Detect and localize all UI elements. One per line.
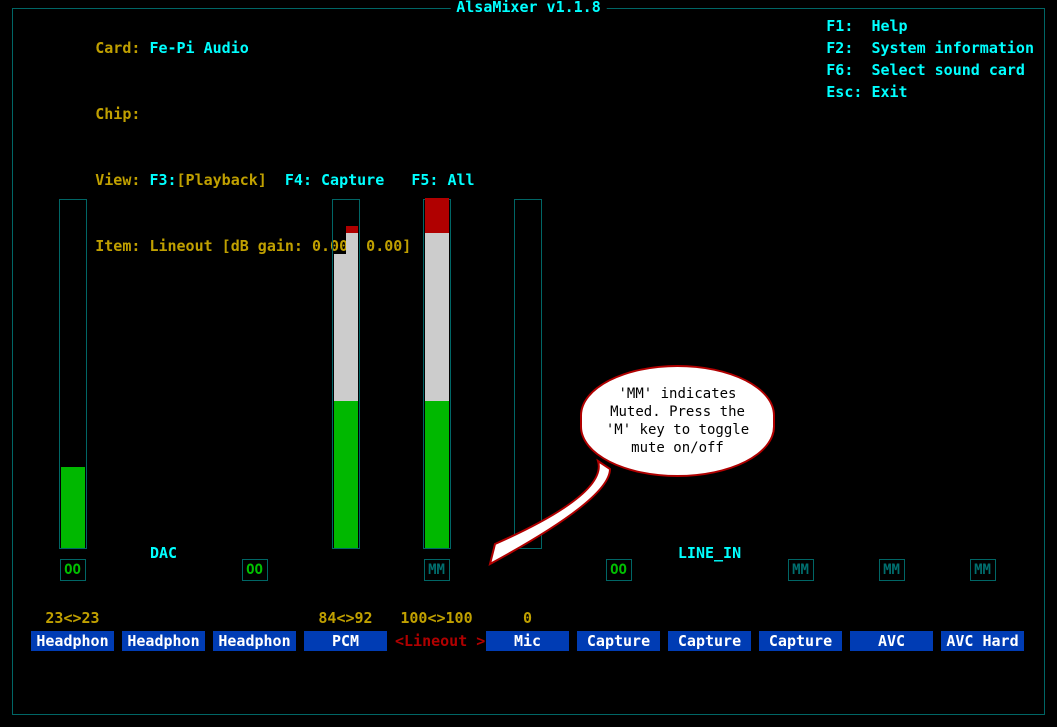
- mute-toggle[interactable]: OO: [242, 559, 268, 581]
- mute-toggle[interactable]: OO: [606, 559, 632, 581]
- channel-name[interactable]: AVC Hard: [937, 631, 1028, 651]
- channel[interactable]: LINE_IN Capture: [664, 129, 755, 700]
- channel[interactable]: 0 Mic: [482, 129, 573, 700]
- volume-bar[interactable]: [59, 199, 87, 549]
- volume-readout: 84<>92: [318, 609, 372, 627]
- volume-bar[interactable]: [423, 199, 451, 549]
- help-f2-value[interactable]: System information: [871, 39, 1034, 57]
- mute-toggle[interactable]: MM: [788, 559, 814, 581]
- channel[interactable]: MM Capture: [755, 129, 846, 700]
- channel-name[interactable]: Headphon: [27, 631, 118, 651]
- help-esc-value[interactable]: Exit: [871, 83, 907, 101]
- channel-name[interactable]: Capture: [755, 631, 846, 651]
- channel-name[interactable]: Headphon: [118, 631, 209, 651]
- window-title: AlsaMixer v1.1.8: [450, 0, 607, 16]
- help-f1-value[interactable]: Help: [871, 17, 907, 35]
- channel-name[interactable]: Capture: [573, 631, 664, 651]
- help-f6-key[interactable]: F6:: [826, 61, 853, 79]
- channel[interactable]: DAC Headphon: [118, 129, 209, 700]
- channel-name[interactable]: <Lineout >: [391, 631, 482, 651]
- volume-readout: 23<>23: [45, 609, 99, 627]
- channel[interactable]: MM AVC: [846, 129, 937, 700]
- volume-readout: 0: [523, 609, 532, 627]
- channel-option[interactable]: LINE_IN: [678, 544, 741, 562]
- channel[interactable]: OO Capture: [573, 129, 664, 700]
- channel[interactable]: OO 23<>23 Headphon: [27, 129, 118, 700]
- mute-toggle[interactable]: MM: [879, 559, 905, 581]
- channel[interactable]: MM 100<>100 <Lineout >: [391, 129, 482, 700]
- mute-toggle[interactable]: OO: [60, 559, 86, 581]
- help-f2-key[interactable]: F2:: [826, 39, 853, 57]
- card-label: Card:: [95, 39, 140, 57]
- volume-readout: 100<>100: [400, 609, 472, 627]
- channel[interactable]: 84<>92 PCM: [300, 129, 391, 700]
- channel-name[interactable]: Mic: [482, 631, 573, 651]
- mute-toggle[interactable]: MM: [970, 559, 996, 581]
- channel[interactable]: OO Headphon: [209, 129, 300, 700]
- help-esc-key[interactable]: Esc:: [826, 83, 862, 101]
- mute-toggle[interactable]: MM: [424, 559, 450, 581]
- help-f6-value[interactable]: Select sound card: [871, 61, 1025, 79]
- chip-label: Chip:: [95, 105, 140, 123]
- channel-name[interactable]: PCM: [300, 631, 391, 651]
- volume-bar[interactable]: [514, 199, 542, 549]
- volume-bar[interactable]: [332, 199, 360, 549]
- window-frame: AlsaMixer v1.1.8 Card: Fe-Pi Audio Chip:…: [12, 8, 1045, 715]
- help-f1-key[interactable]: F1:: [826, 17, 853, 35]
- channel-option[interactable]: DAC: [150, 544, 177, 562]
- card-value: Fe-Pi Audio: [149, 39, 248, 57]
- channel-name[interactable]: Capture: [664, 631, 755, 651]
- mixer-area: OO23<>23HeadphonDACHeadphonOOHeadphon84<…: [27, 129, 1030, 700]
- channel-name[interactable]: Headphon: [209, 631, 300, 651]
- channel-name[interactable]: AVC: [846, 631, 937, 651]
- channel[interactable]: MM AVC Hard: [937, 129, 1028, 700]
